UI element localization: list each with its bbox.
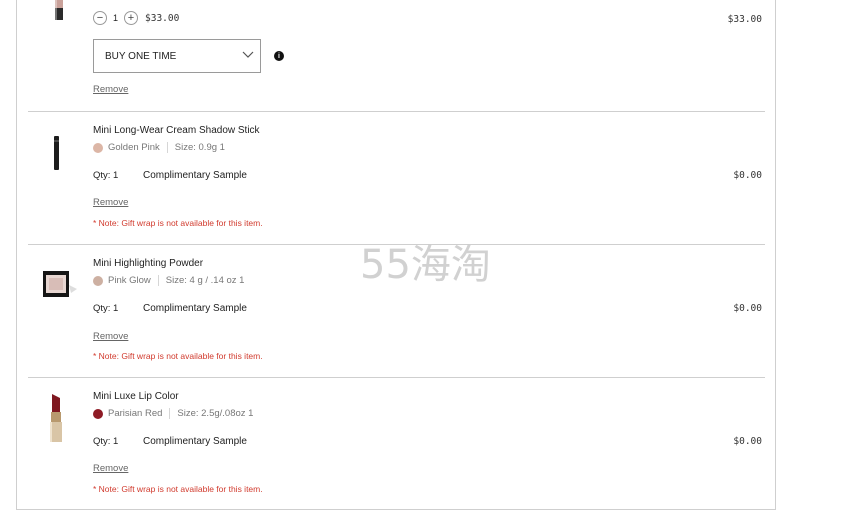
item-price: $0.00 xyxy=(733,436,762,447)
lip-gloss-thumbnail xyxy=(55,0,63,20)
size-label: Size: 2.5g/.08oz 1 xyxy=(177,408,254,419)
remove-link[interactable]: Remove xyxy=(93,331,128,342)
product-name: Mini Luxe Lip Color xyxy=(93,391,179,402)
complimentary-label: Complimentary Sample xyxy=(143,170,247,181)
item-price: $0.00 xyxy=(733,170,762,181)
divider xyxy=(166,142,168,153)
purchase-option-select[interactable]: BUY ONE TIME xyxy=(93,39,261,73)
shadow-stick-thumbnail xyxy=(54,136,59,170)
increment-button[interactable]: + xyxy=(124,11,139,25)
quantity-stepper[interactable]: − 1 + $33.00 xyxy=(93,11,179,25)
shade-swatch xyxy=(93,142,103,153)
divider xyxy=(157,275,159,286)
quantity-label: Qty: 1 xyxy=(93,170,119,181)
remove-link[interactable]: Remove xyxy=(93,197,128,208)
cart-item-3: Mini Luxe Lip Color Parisian Red Size: 2… xyxy=(28,378,765,511)
lipstick-thumbnail xyxy=(50,394,62,442)
quantity-label: Qty: 1 xyxy=(93,303,119,314)
shade-name: Pink Glow xyxy=(108,275,151,286)
item-price: $0.00 xyxy=(733,303,762,314)
quantity-value: 1 xyxy=(113,13,119,23)
shade-swatch xyxy=(93,408,103,419)
cart-item-1: Mini Long-Wear Cream Shadow Stick Golden… xyxy=(28,112,765,244)
watermark: 55海淘 xyxy=(360,242,491,288)
info-icon[interactable]: i xyxy=(274,51,284,61)
product-name: Mini Highlighting Powder xyxy=(93,258,204,269)
shade-swatch xyxy=(93,275,103,286)
product-name: Mini Long-Wear Cream Shadow Stick xyxy=(93,125,260,136)
gift-wrap-note: * Note: Gift wrap is not available for t… xyxy=(93,351,263,361)
line-total: $33.00 xyxy=(727,14,762,25)
product-variant: Golden Pink Size: 0.9g 1 xyxy=(93,142,225,153)
product-variant: Parisian Red Size: 2.5g/.08oz 1 xyxy=(93,408,253,419)
remove-link[interactable]: Remove xyxy=(93,463,128,474)
product-variant: Pink Glow Size: 4 g / .14 oz 1 xyxy=(93,275,244,286)
unit-price: $33.00 xyxy=(145,12,180,24)
divider xyxy=(169,408,171,419)
gift-wrap-note: * Note: Gift wrap is not available for t… xyxy=(93,484,263,494)
shade-name: Parisian Red xyxy=(108,408,163,419)
complimentary-label: Complimentary Sample xyxy=(143,436,247,447)
complimentary-label: Complimentary Sample xyxy=(143,303,247,314)
gift-wrap-note: * Note: Gift wrap is not available for t… xyxy=(93,218,263,228)
decrement-button[interactable]: − xyxy=(93,11,107,25)
cart-item-0: − 1 + $33.00 $33.00 BUY ONE TIME i Remov… xyxy=(28,0,765,111)
chevron-down-icon xyxy=(242,51,254,58)
size-label: Size: 0.9g 1 xyxy=(174,142,225,153)
size-label: Size: 4 g / .14 oz 1 xyxy=(165,275,245,286)
purchase-option-value: BUY ONE TIME xyxy=(105,50,177,62)
remove-link[interactable]: Remove xyxy=(93,84,128,95)
quantity-label: Qty: 1 xyxy=(93,436,119,447)
shade-name: Golden Pink xyxy=(108,142,160,153)
compact-thumbnail xyxy=(43,271,77,297)
